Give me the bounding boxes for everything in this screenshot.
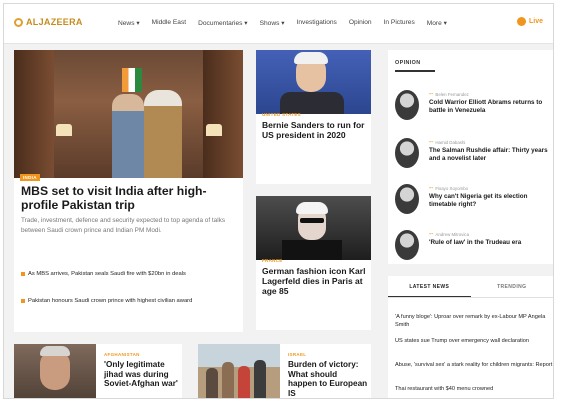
browser-viewport: ALJAZEERA News ▾ Middle East Documentari… [3,3,554,399]
story-card-lagerfeld[interactable]: FRANCE German fashion icon Karl Lagerfel… [256,196,371,330]
site-logo[interactable]: ALJAZEERA [14,17,83,27]
story-title[interactable]: 'Only legitimate jihad was during Soviet… [104,360,182,389]
story-title[interactable]: Burden of victory: What should happen to… [288,360,368,398]
curtain-right [203,50,243,178]
tab-trending[interactable]: TRENDING [471,276,554,297]
nav-item-opinion[interactable]: Opinion [349,19,372,27]
nav-item-middle-east[interactable]: Middle East [152,19,186,27]
live-icon [516,17,526,26]
nav-item-documentaries[interactable]: Documentaries ▾ [198,19,248,27]
logo-text: ALJAZEERA [26,17,83,27]
story-image[interactable] [198,344,280,398]
quote-icon: ““ [429,140,434,145]
flag [122,68,142,92]
quote-icon: ““ [429,186,434,191]
nav-item-investigations[interactable]: Investigations [297,19,337,27]
opinion-title[interactable]: Cold Warrior Elliott Abrams returns to b… [429,99,553,115]
story-tag[interactable]: AFGHANISTAN [104,352,140,357]
author-avatar [395,90,419,120]
story-title[interactable]: German fashion icon Karl Lagerfeld dies … [262,266,366,296]
nav-item-more[interactable]: More ▾ [427,19,447,27]
live-label: Live [528,18,543,25]
figure-glasses [300,218,324,223]
main-story-summary: Trade, investment, defence and security … [21,217,226,234]
related-link[interactable]: As MBS arrives, Pakistan seals Saudi fir… [21,270,233,278]
opinion-author: Hamid Dabashi [435,140,466,145]
person-modi [112,94,144,178]
tab-latest-news[interactable]: LATEST NEWS [388,276,471,297]
latest-news-item[interactable]: Abuse, 'survival sex' a stark reality fo… [395,362,553,370]
quote-icon: ““ [429,92,434,97]
opinion-item[interactable]: ““ Belen Fernandez Cold Warrior Elliott A… [395,90,553,130]
figure [254,360,266,398]
figure-hair [294,52,328,64]
author-avatar [395,230,419,260]
person-mbs [144,90,182,178]
story-card-sanders[interactable]: UNITED STATES Bernie Sanders to run for … [256,50,371,184]
author-avatar [395,184,419,214]
main-story-title[interactable]: MBS set to visit India after high-profil… [21,184,239,212]
divider [395,70,435,72]
nav-item-news[interactable]: News ▾ [118,19,140,27]
latest-news-item[interactable]: 'A funny bloge': Uproar over remark by e… [395,314,553,329]
figure [206,368,218,398]
opinion-author-line: ““ Andrew Mitrovica [429,232,469,237]
opinion-author: Andrew Mitrovica [435,232,470,237]
opinion-title[interactable]: Why can't Nigeria get its election timet… [429,193,553,209]
figure-hair [296,202,328,214]
story-title[interactable]: Bernie Sanders to run for US president i… [262,120,366,140]
news-tabs: LATEST NEWS TRENDING [388,276,553,298]
story-image[interactable] [256,50,371,114]
story-card-afghanistan[interactable]: AFGHANISTAN 'Only legitimate jihad was d… [14,344,182,398]
nav-item-shows[interactable]: Shows ▾ [260,19,285,27]
story-tag[interactable]: UNITED STATES [262,112,301,117]
opinion-title[interactable]: 'Rule of law' in the Trudeau era [429,239,553,247]
opinion-author-line: ““ Belen Fernandez [429,92,469,97]
logo-icon [14,17,23,27]
figure-hair [40,346,70,356]
latest-news-item[interactable]: Thai restaurant with $40 menu crowned [395,386,553,394]
latest-news-item[interactable]: US states sue Trump over emergency wall … [395,338,553,346]
nav-item-in-pictures[interactable]: In Pictures [384,19,415,27]
figure [238,366,250,398]
opinion-item[interactable]: ““ Hamid Dabashi The Salman Rushdie affai… [395,138,553,178]
figure [222,362,234,398]
figure-body [282,240,342,260]
main-story-tag[interactable]: INDIA [20,174,40,181]
opinion-author: Fisayo Soyombo [435,186,469,191]
curtain-left [14,50,54,178]
opinion-panel: OPINION ““ Belen Fernandez Cold Warrior E… [388,50,553,264]
latest-news-panel: LATEST NEWS TRENDING 'A funny bloge': Up… [388,276,553,398]
opinion-author-line: ““ Fisayo Soyombo [429,186,468,191]
story-card-israel[interactable]: ISRAEL Burden of victory: What should ha… [198,344,371,398]
lamp-left [56,124,72,136]
main-story-image[interactable] [14,50,243,178]
opinion-author-line: ““ Hamid Dabashi [429,140,465,145]
story-tag[interactable]: FRANCE [262,258,283,263]
lamp-right [206,124,222,136]
opinion-heading[interactable]: OPINION [395,60,421,66]
main-story-card[interactable]: INDIA MBS set to visit India after high-… [14,50,243,332]
story-tag[interactable]: ISRAEL [288,352,306,357]
opinion-title[interactable]: The Salman Rushdie affair: Thirty years … [429,147,553,163]
figure-face [40,350,70,390]
related-link[interactable]: Pakistan honours Saudi crown prince with… [21,297,233,305]
figure-body [280,92,344,114]
story-image[interactable] [14,344,96,398]
main-nav: News ▾ Middle East Documentaries ▾ Shows… [118,19,459,27]
opinion-author: Belen Fernandez [435,92,469,97]
opinion-item[interactable]: ““ Andrew Mitrovica 'Rule of law' in the … [395,230,553,264]
author-avatar [395,138,419,168]
site-header: ALJAZEERA News ▾ Middle East Documentari… [4,4,553,44]
story-image[interactable] [256,196,371,260]
live-button[interactable]: Live [516,17,543,26]
quote-icon: ““ [429,232,434,237]
opinion-item[interactable]: ““ Fisayo Soyombo Why can't Nigeria get i… [395,184,553,224]
